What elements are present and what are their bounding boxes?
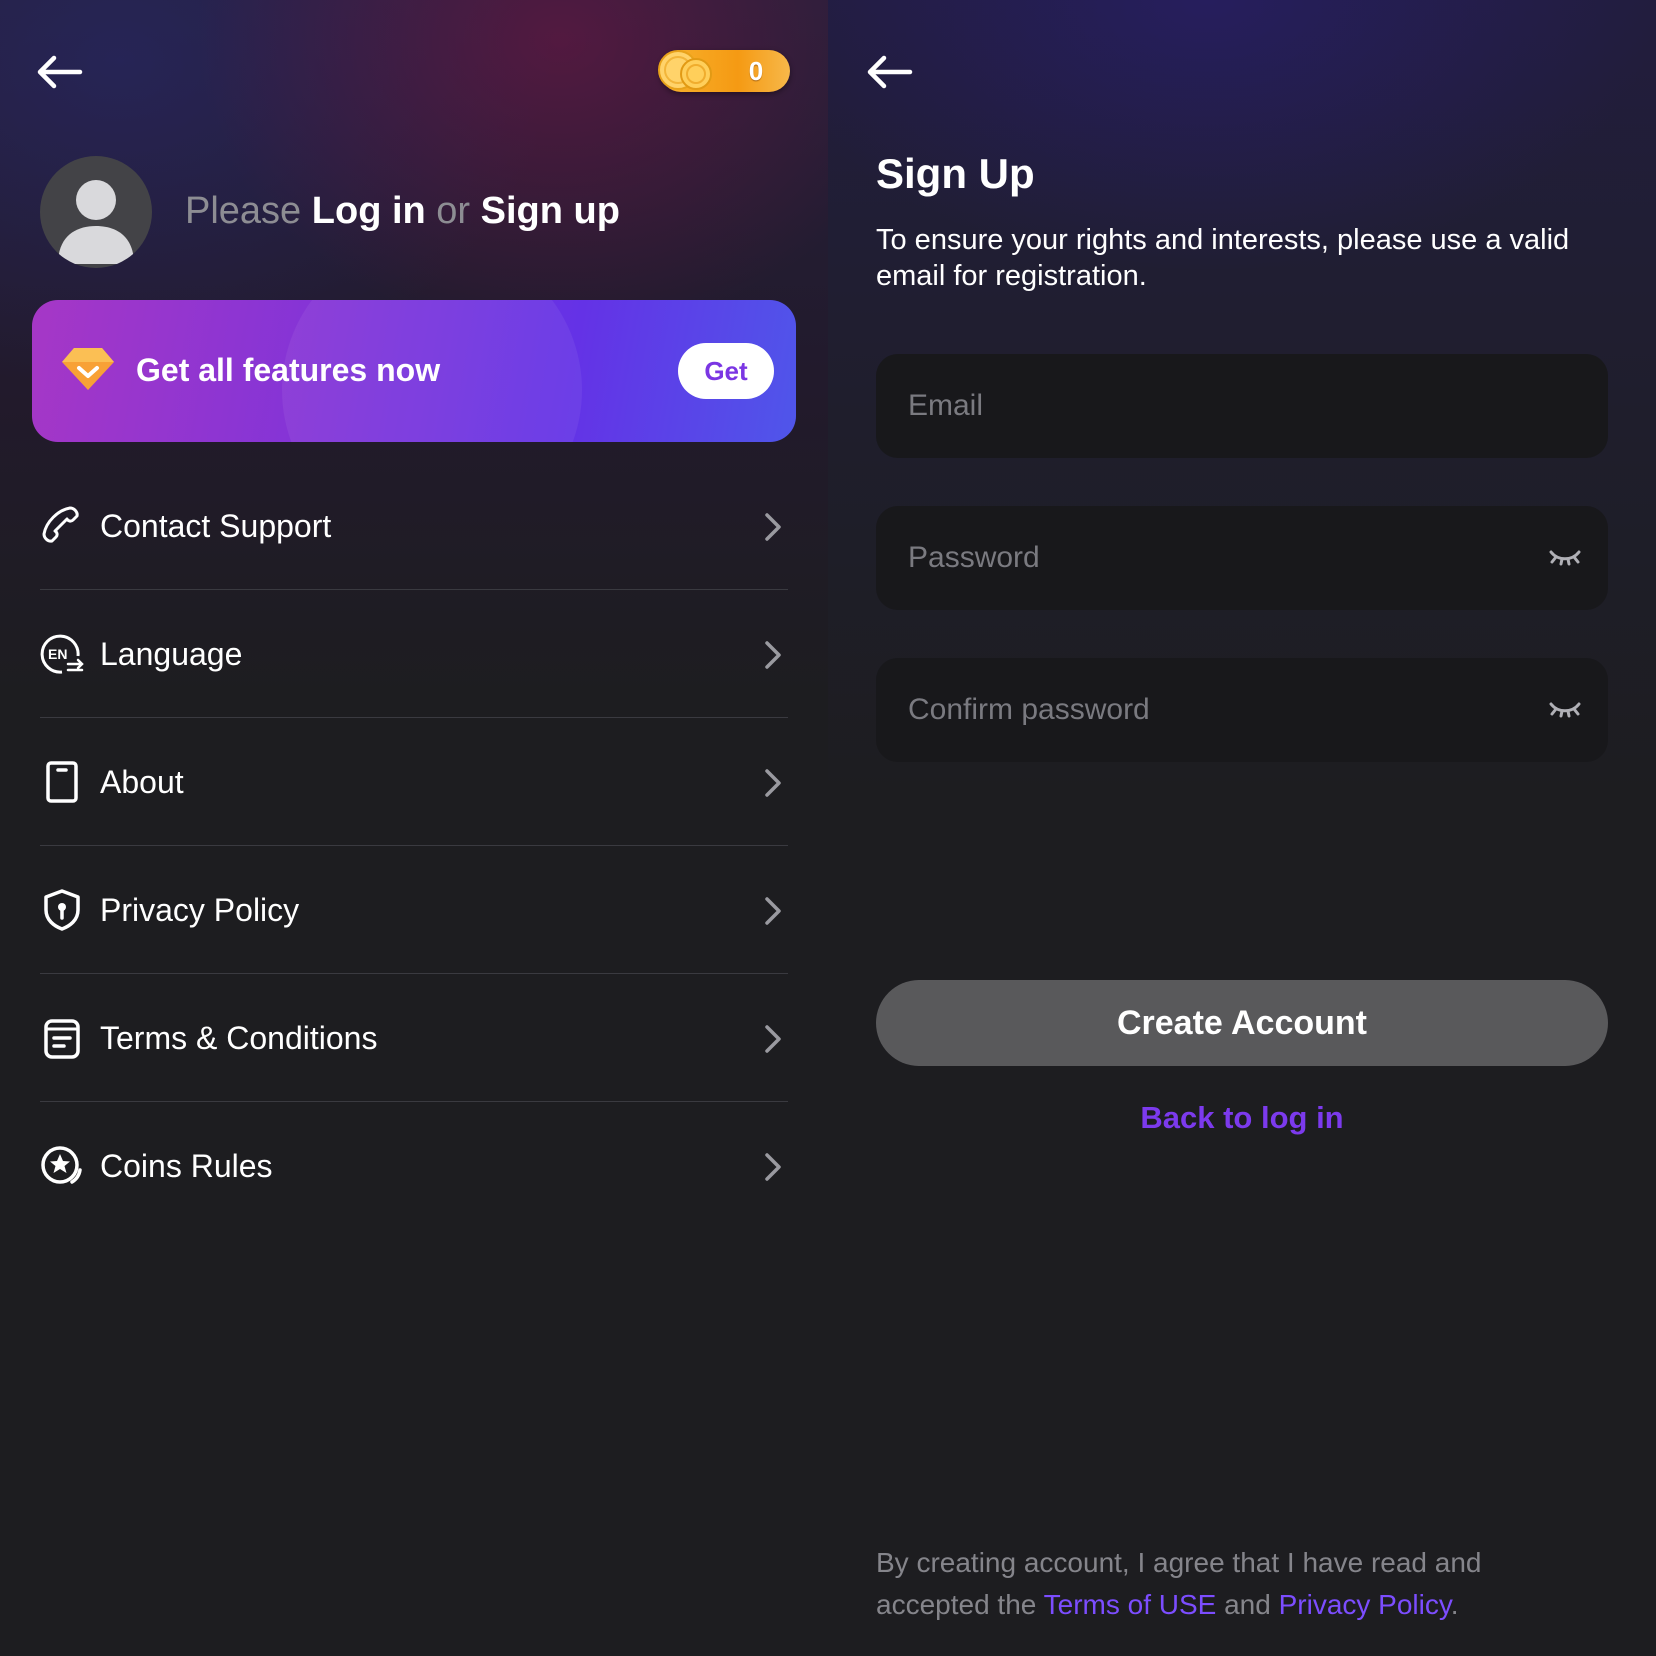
coins-icon [658,50,712,90]
signup-link[interactable]: Sign up [481,190,620,232]
page-title: Sign Up [876,150,1035,197]
back-to-login-link[interactable]: Back to log in [876,1100,1608,1136]
create-account-button[interactable]: Create Account [876,980,1608,1066]
menu-item-privacy-policy[interactable]: Privacy Policy [40,846,788,974]
menu-item-terms-conditions[interactable]: Terms & Conditions [40,974,788,1102]
chevron-right-icon [765,1025,781,1053]
diamond-icon [62,348,114,390]
get-button[interactable]: Get [678,343,774,399]
login-connector: or [436,190,471,232]
menu-label: Terms & Conditions [100,1020,378,1056]
menu-item-contact-support[interactable]: Contact Support [40,462,788,590]
profile-panel: 0 Please Log in or Sign up Get all featu… [0,0,828,1656]
chevron-right-icon [765,769,781,797]
svg-text:EN: EN [48,646,67,662]
chevron-right-icon [765,1153,781,1181]
settings-menu: Contact Support EN Language About Privac… [40,462,788,1230]
shield-icon [44,889,80,931]
confirm-password-input[interactable] [908,658,1508,762]
agreement-text: By creating account, I agree that I have… [876,1542,1596,1626]
eye-closed-icon[interactable] [1548,542,1582,572]
email-input[interactable] [908,354,1508,458]
coin-star-icon [41,1146,82,1184]
menu-label: Language [100,636,243,672]
login-prompt: Please Log in or Sign up [185,190,620,233]
terms-link[interactable]: Terms of USE [1044,1589,1217,1620]
password-input[interactable] [908,506,1508,610]
login-link[interactable]: Log in [312,190,426,232]
avatar[interactable] [40,156,152,268]
menu-label: About [100,764,184,800]
phone-icon [42,506,79,543]
eye-closed-icon[interactable] [1548,694,1582,724]
back-arrow-icon[interactable] [862,48,914,96]
language-icon: EN [40,634,84,674]
menu-label: Coins Rules [100,1148,273,1184]
agreement-and: and [1224,1589,1271,1620]
chevron-right-icon [765,513,781,541]
coin-count: 0 [748,56,764,86]
user-silhouette-icon [58,180,134,264]
menu-item-coins-rules[interactable]: Coins Rules [40,1102,788,1230]
menu-label: Contact Support [100,508,332,544]
premium-label: Get all features now [136,352,441,388]
confirm-password-field[interactable] [876,658,1608,762]
privacy-link[interactable]: Privacy Policy [1279,1589,1451,1620]
login-prefix: Please [185,190,302,232]
device-icon [46,761,78,803]
coin-balance[interactable]: 0 [658,50,790,92]
back-arrow-icon[interactable] [32,48,84,96]
document-icon [44,1019,80,1059]
agreement-period: . [1450,1589,1459,1620]
page-subtitle: To ensure your rights and interests, ple… [876,224,1570,292]
premium-banner[interactable]: Get all features now Get [32,300,796,442]
password-field[interactable] [876,506,1608,610]
chevron-right-icon [765,641,781,669]
signup-panel: Sign Up To ensure your rights and intere… [828,0,1656,1656]
menu-item-about[interactable]: About [40,718,788,846]
email-field[interactable] [876,354,1608,458]
chevron-right-icon [765,897,781,925]
menu-label: Privacy Policy [100,892,300,928]
menu-item-language[interactable]: EN Language [40,590,788,718]
